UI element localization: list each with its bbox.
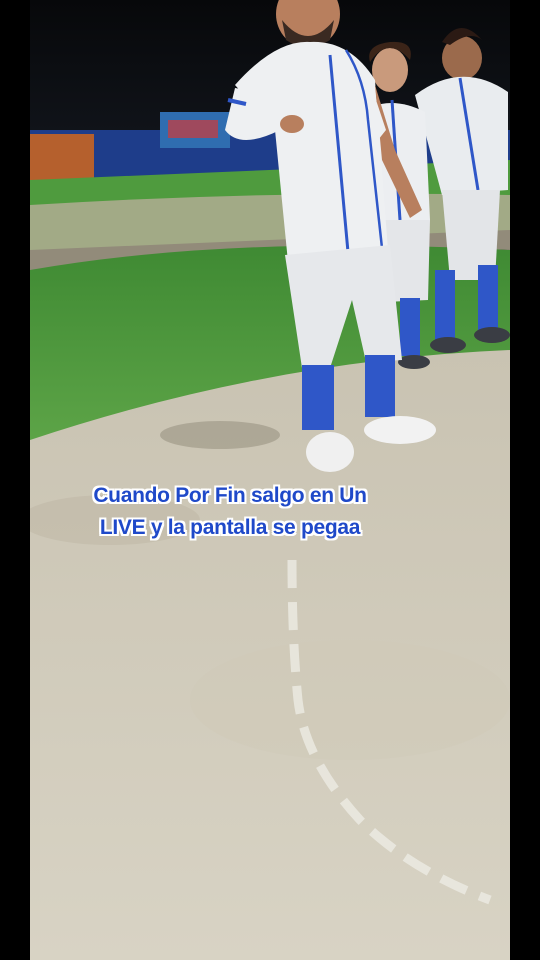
caption-line-2: LIVE y la pantalla se pegaa [99, 516, 361, 539]
video-frame: Cuando Por Fin salgo en Un LIVE y la pan… [0, 0, 540, 960]
caption-line-1: Cuando Por Fin salgo en Un [93, 484, 367, 507]
wall-sign-left [30, 134, 94, 180]
video-caption: Cuando Por Fin salgo en Un LIVE y la pan… [60, 480, 400, 544]
